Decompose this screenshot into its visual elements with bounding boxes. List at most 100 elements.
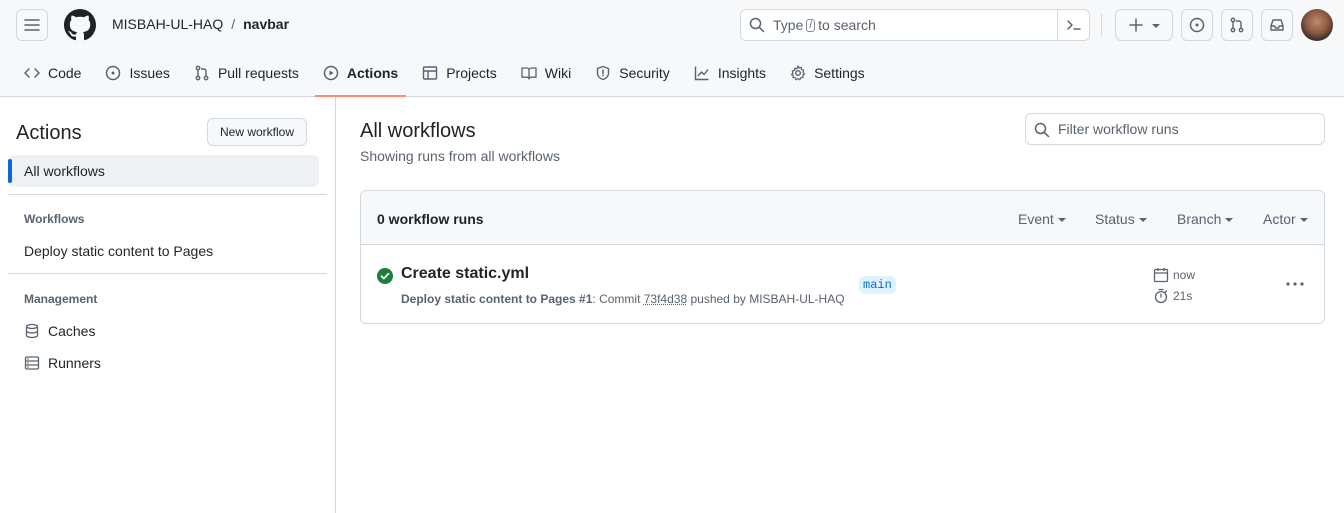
event-filter-menu[interactable]: Event: [1018, 211, 1066, 227]
workflows-heading: Workflows: [24, 212, 85, 226]
sidebar-item-workflow[interactable]: Deploy static content to Pages: [24, 243, 213, 259]
server-icon: [24, 356, 40, 370]
sidebar-item-label: Runners: [48, 355, 101, 371]
shield-icon: [597, 65, 610, 81]
tab-insights[interactable]: Insights: [686, 56, 774, 90]
actor-filter-menu[interactable]: Actor: [1263, 211, 1308, 227]
database-icon: [25, 323, 39, 339]
search-icon: [749, 17, 765, 33]
chevron-down-icon: [1057, 218, 1066, 222]
sidebar-title: Actions: [16, 122, 82, 144]
tab-projects[interactable]: Projects: [414, 56, 505, 90]
tab-actions[interactable]: Actions: [314, 56, 407, 97]
tab-label: Issues: [129, 65, 170, 81]
tab-wiki[interactable]: Wiki: [513, 56, 579, 90]
issues-button[interactable]: [1181, 9, 1213, 41]
status-filter-menu[interactable]: Status: [1095, 211, 1147, 227]
graph-icon: [694, 66, 709, 81]
repo-nav: Code Issues Pull requests Actions Projec…: [0, 56, 881, 97]
sidebar-item-caches[interactable]: Caches: [24, 323, 95, 339]
tab-label: Pull requests: [217, 65, 299, 81]
filter-menu-label: Status: [1095, 211, 1135, 227]
run-options-button[interactable]: [1281, 273, 1309, 295]
header-divider: [1101, 14, 1102, 36]
hamburger-menu-button[interactable]: [16, 9, 48, 41]
pull-request-icon: [195, 65, 209, 81]
filter-menu-label: Actor: [1263, 211, 1296, 227]
runs-count: 0 workflow runs: [377, 211, 484, 227]
filter-workflow-runs-input[interactable]: Filter workflow runs: [1025, 113, 1325, 145]
run-timestamp: now: [1153, 267, 1195, 283]
search-icon: [1034, 122, 1050, 138]
run-duration: 21s: [1153, 288, 1192, 304]
workflow-runs-header: 0 workflow runs Event Status Branch Acto…: [361, 191, 1324, 245]
inbox-button[interactable]: [1261, 9, 1293, 41]
chevron-down-icon: [1138, 218, 1147, 222]
filter-placeholder: Filter workflow runs: [1058, 121, 1179, 137]
tab-label: Projects: [446, 65, 497, 81]
search-placeholder-prefix: Type: [773, 17, 804, 33]
kebab-horizontal-icon: [1286, 282, 1304, 286]
plus-icon: [1129, 18, 1143, 32]
avatar[interactable]: [1301, 9, 1333, 41]
play-icon: [323, 65, 339, 81]
command-palette-icon: [1066, 20, 1081, 30]
command-palette-button[interactable]: [1057, 10, 1089, 40]
new-workflow-button[interactable]: New workflow: [207, 118, 308, 146]
actions-sidebar: Actions New workflow All workflows Workf…: [0, 97, 336, 513]
run-title-link[interactable]: Create static.yml: [401, 265, 529, 283]
tab-label: Settings: [814, 65, 865, 81]
tab-label: Security: [619, 65, 670, 81]
page-title: All workflows: [360, 120, 476, 142]
tab-code[interactable]: Code: [16, 56, 89, 90]
run-meta: Deploy static content to Pages #1: Commi…: [401, 292, 845, 306]
gear-icon: [790, 65, 806, 81]
table-icon: [423, 66, 438, 80]
github-logo[interactable]: [64, 9, 96, 41]
sidebar-item-label: Caches: [48, 323, 96, 339]
management-heading: Management: [24, 292, 98, 306]
page-subtitle: Showing runs from all workflows: [360, 148, 560, 164]
filter-menu-label: Event: [1018, 211, 1054, 227]
tab-issues[interactable]: Issues: [97, 56, 177, 90]
chevron-down-icon: [1225, 218, 1234, 222]
breadcrumb-owner[interactable]: MISBAH-UL-HAQ: [112, 16, 223, 32]
tab-security[interactable]: Security: [587, 56, 678, 90]
pull-requests-button[interactable]: [1221, 9, 1253, 41]
run-workflow-name: Deploy static content to Pages: [401, 292, 576, 306]
create-new-button[interactable]: [1115, 9, 1173, 41]
sidebar-item-all-workflows[interactable]: All workflows: [8, 155, 319, 187]
breadcrumb-repo[interactable]: navbar: [243, 16, 289, 32]
search-shortcut-key: /: [806, 18, 816, 32]
commit-link[interactable]: 73f4d38: [644, 292, 687, 306]
run-commit-prefix: : Commit: [592, 292, 641, 306]
tab-settings[interactable]: Settings: [782, 56, 873, 90]
hamburger-icon: [24, 19, 40, 31]
breadcrumb-separator: /: [231, 16, 236, 32]
tab-label: Code: [48, 65, 82, 81]
pull-requests-icon: [1230, 17, 1244, 33]
run-number: #1: [579, 292, 593, 306]
branch-filter-menu[interactable]: Branch: [1177, 211, 1234, 227]
run-duration-value: 21s: [1173, 289, 1193, 303]
inbox-icon: [1270, 19, 1284, 31]
filter-menu-label: Branch: [1177, 211, 1222, 227]
global-header: MISBAH-UL-HAQ / navbar Type / to search …: [0, 0, 1344, 97]
workflow-runs-box: 0 workflow runs Event Status Branch Acto…: [360, 190, 1325, 324]
search-placeholder-suffix: to search: [818, 17, 876, 33]
tab-label: Wiki: [544, 65, 572, 81]
sidebar-divider: [8, 194, 327, 195]
calendar-icon: [1153, 268, 1169, 283]
check-circle-icon: [377, 268, 393, 284]
tab-label: Actions: [346, 65, 399, 81]
code-icon: [24, 68, 40, 78]
branch-badge[interactable]: main: [859, 276, 896, 294]
sidebar-item-runners[interactable]: Runners: [24, 355, 101, 371]
tab-pull-requests[interactable]: Pull requests: [186, 56, 307, 90]
global-search-input[interactable]: Type / to search: [740, 9, 1090, 41]
tab-label: Insights: [717, 65, 767, 81]
sidebar-divider: [8, 273, 327, 274]
run-pushed-by: pushed by MISBAH-UL-HAQ: [690, 292, 845, 306]
run-when: now: [1173, 268, 1196, 282]
chevron-down-icon: [1299, 218, 1308, 222]
